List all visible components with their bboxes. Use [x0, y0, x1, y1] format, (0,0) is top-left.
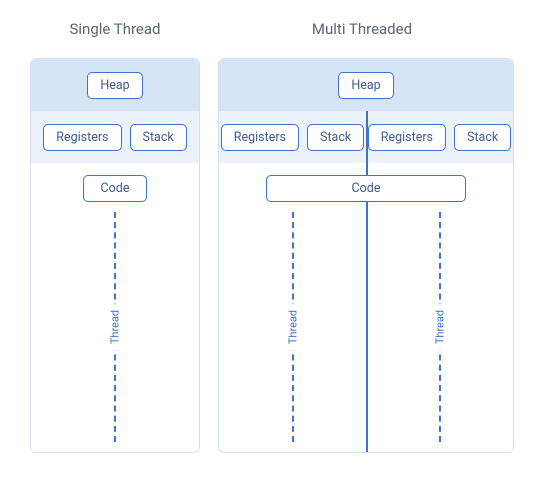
registers-box: Registers — [368, 124, 446, 151]
registers-stack-group: Registers Stack — [43, 124, 186, 151]
heap-band-single: Heap — [31, 59, 199, 111]
registers-box: Registers — [221, 124, 299, 151]
stack-box: Stack — [130, 124, 187, 151]
thread-column-right: Thread — [366, 202, 513, 452]
title-multi-threaded: Multi Threaded — [200, 20, 514, 38]
panels-row: Heap Registers Stack Code Thread Heap — [30, 58, 514, 453]
panel-multi-threaded: Heap Registers Stack Registers Stack — [218, 58, 514, 453]
registers-band-single: Registers Stack — [31, 111, 199, 163]
registers-stack-group-left: Registers Stack — [219, 111, 366, 163]
thread-label: Thread — [431, 304, 448, 350]
heap-band-multi: Heap — [219, 59, 513, 111]
thread-label: Thread — [284, 304, 301, 350]
code-box-multi: Code — [266, 175, 466, 202]
titles-row: Single Thread Multi Threaded — [30, 20, 514, 38]
registers-stack-group-right: Registers Stack — [366, 111, 513, 163]
stack-box: Stack — [307, 124, 364, 151]
threads-row-single: Thread — [31, 202, 199, 452]
body-area-single: Code Thread — [31, 163, 199, 452]
registers-box: Registers — [43, 124, 121, 151]
heap-box: Heap — [87, 72, 142, 99]
vertical-divider — [366, 163, 368, 452]
vertical-divider — [366, 111, 368, 163]
stack-box: Stack — [454, 124, 511, 151]
thread-column-left: Thread — [219, 202, 366, 452]
panel-single-thread: Heap Registers Stack Code Thread — [30, 58, 200, 453]
thread-label: Thread — [107, 304, 124, 350]
heap-box: Heap — [338, 72, 393, 99]
registers-band-multi: Registers Stack Registers Stack — [219, 111, 513, 163]
title-single-thread: Single Thread — [30, 20, 200, 38]
body-area-multi: Code Thread Thread — [219, 163, 513, 452]
code-box-single: Code — [83, 175, 147, 202]
thread-column: Thread — [31, 202, 199, 452]
